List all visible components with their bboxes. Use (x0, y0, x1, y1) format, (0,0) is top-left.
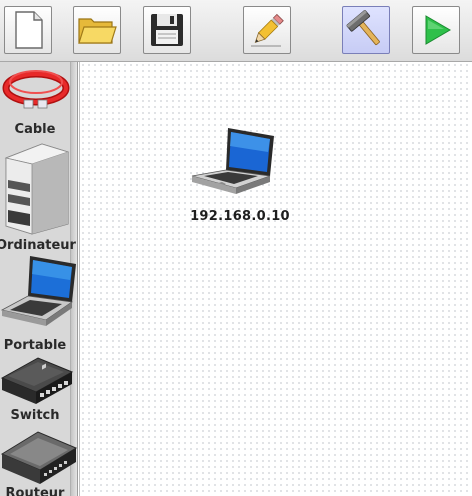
open-folder-button[interactable] (73, 6, 121, 54)
run-button[interactable] (412, 6, 460, 54)
main-toolbar (0, 0, 472, 62)
palette-item-routeur[interactable]: Routeur (0, 428, 77, 496)
palette-label-ordinateur: Ordinateur (0, 238, 76, 253)
ethernet-cable-icon (2, 70, 70, 109)
network-canvas[interactable]: 192.168.0.10 (79, 62, 472, 496)
pencil-icon (251, 13, 284, 47)
laptop-icon (191, 128, 274, 194)
palette-label-portable: Portable (3, 338, 67, 353)
palette-item-portable[interactable]: Portable (0, 254, 76, 354)
play-icon (425, 15, 451, 45)
new-document-button[interactable] (4, 6, 52, 54)
palette-item-cable[interactable]: Cable (0, 62, 72, 140)
palette-item-ordinateur[interactable]: Ordinateur (0, 140, 76, 254)
save-button[interactable] (143, 6, 191, 54)
floppy-disk-icon (151, 14, 183, 46)
router-icon (0, 431, 77, 484)
laptop-icon (0, 256, 76, 326)
hammer-icon (346, 10, 380, 46)
desktop-tower-icon (4, 143, 70, 235)
edit-button[interactable] (243, 6, 291, 54)
network-node-laptop[interactable]: 192.168.0.10 (190, 126, 290, 226)
palette-item-switch[interactable]: Switch (0, 354, 74, 428)
palette-label-cable: Cable (14, 122, 56, 137)
blank-page-icon (15, 11, 43, 49)
palette-label-switch: Switch (10, 408, 60, 423)
component-palette: Cable Ordinateur Portable Switch Routeur (0, 62, 78, 496)
folder-icon (78, 18, 117, 44)
network-switch-icon (0, 357, 74, 404)
node-ip-label: 192.168.0.10 (190, 209, 290, 224)
palette-label-routeur: Routeur (5, 486, 65, 496)
build-button[interactable] (342, 6, 390, 54)
